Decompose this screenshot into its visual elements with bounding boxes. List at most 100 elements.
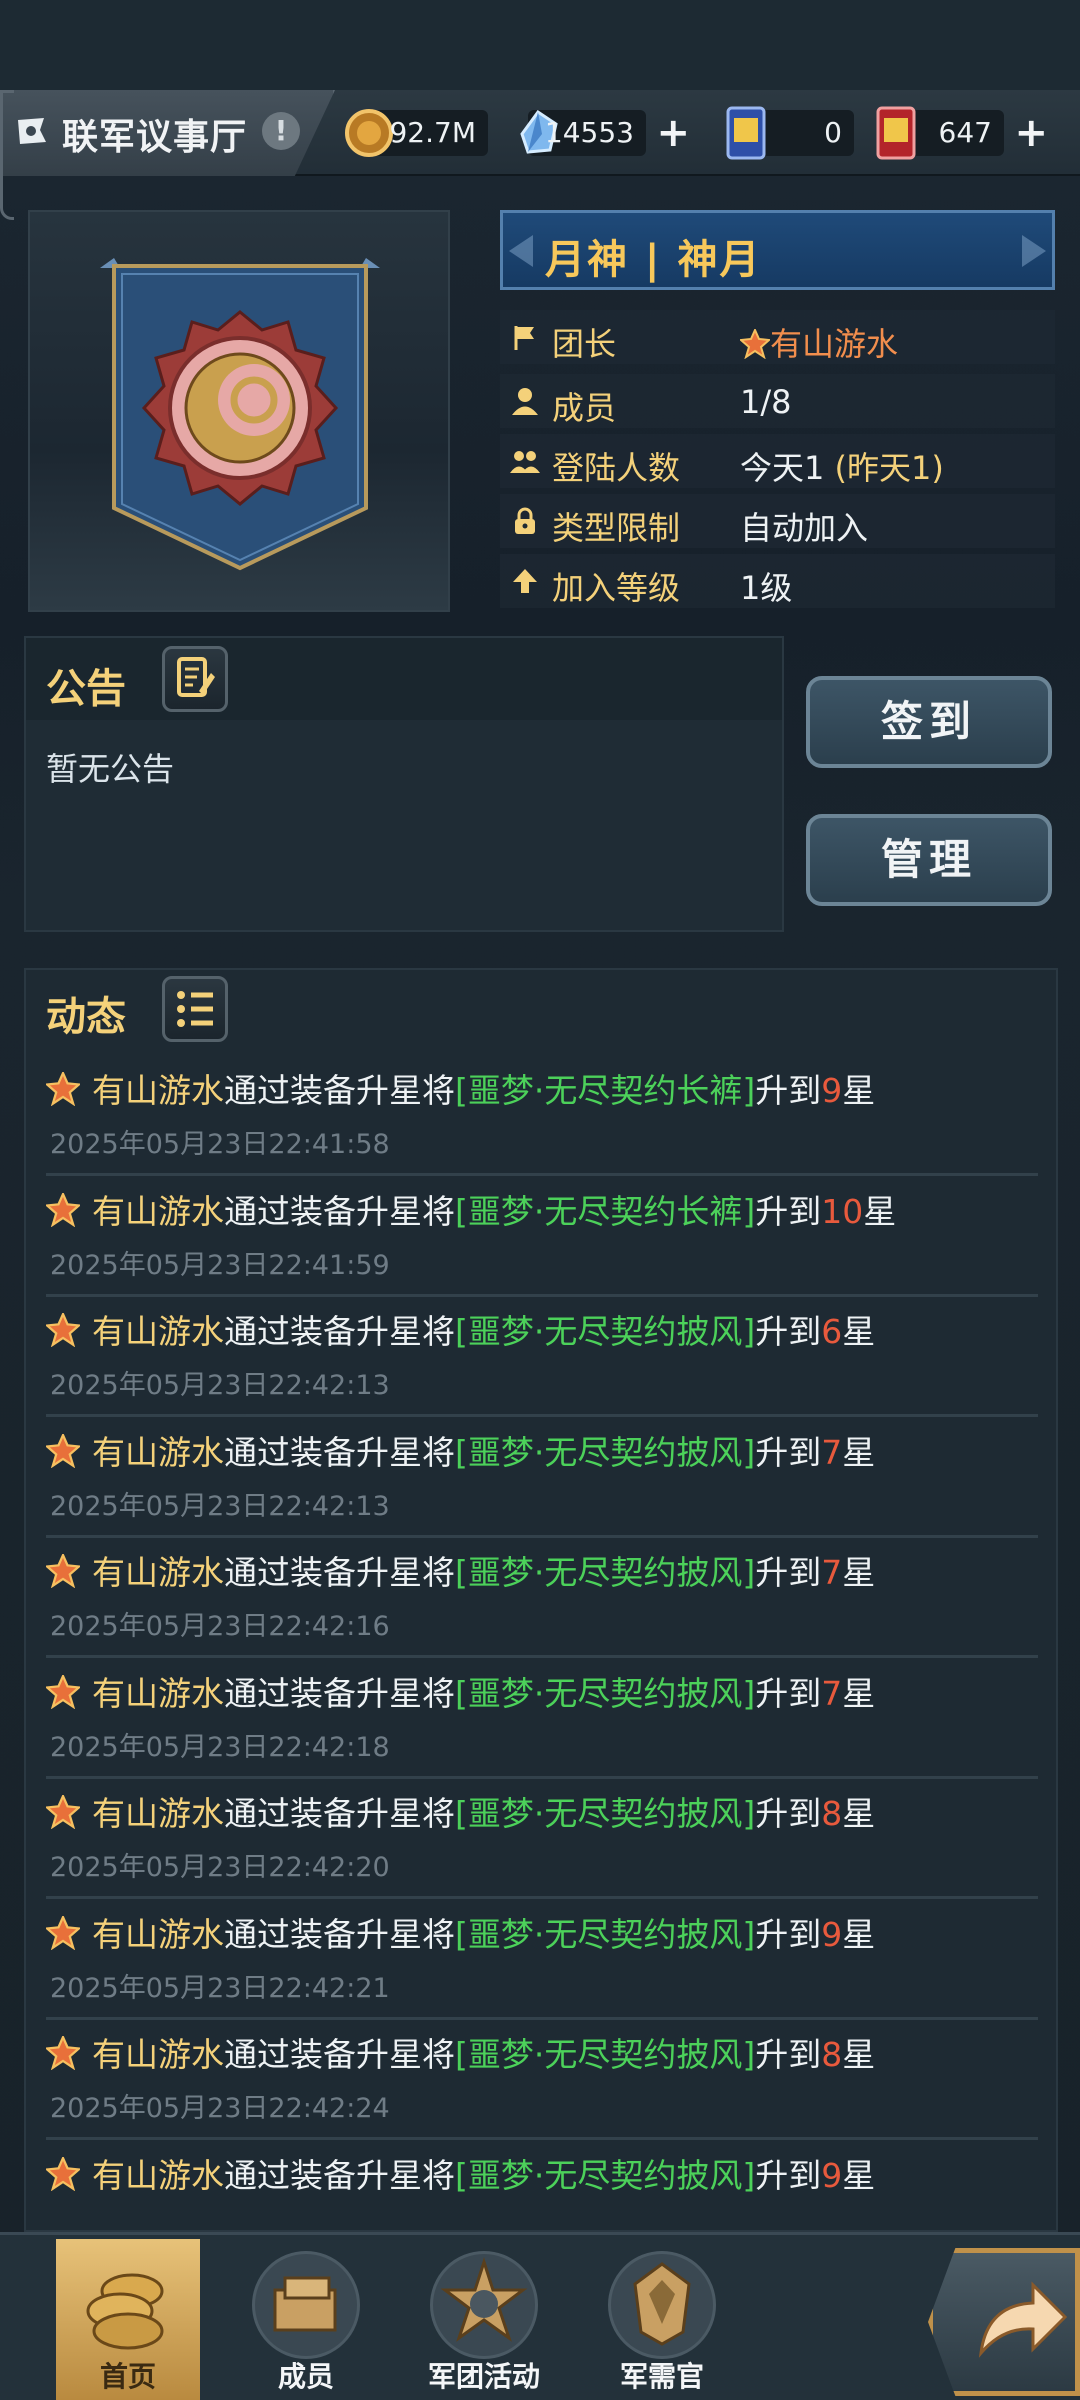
feed-level: 10 <box>821 1191 864 1231</box>
feed-player-name[interactable]: 有山游水 <box>92 1071 224 1110</box>
nav-members-label: 成员 <box>277 2360 334 2393</box>
feed-item-name[interactable]: [噩梦·无尽契约披风] <box>455 1674 755 1713</box>
feed-text: 有山游水通过装备升星将[噩梦·无尽契约披风]升到7星 <box>92 1426 875 1474</box>
nav-activities[interactable]: 军团活动 <box>412 2239 556 2400</box>
feed-upgrade: 升到 <box>755 1914 822 1954</box>
dai-ticket-icon <box>726 106 766 160</box>
rank-star-icon <box>46 1554 80 1588</box>
rank-star-icon <box>46 1313 80 1347</box>
feed-player-name[interactable]: 有山游水 <box>92 1312 224 1351</box>
edit-notice-button[interactable] <box>162 646 228 712</box>
feed-item: 有山游水通过装备升星将[噩梦·无尽契约长裤]升到9星 2025年05月23日22:… <box>46 1054 1038 1176</box>
rank-star-icon <box>46 1433 80 1468</box>
feed-item: 有山游水通过装备升星将[噩梦·无尽契约披风]升到7星 2025年05月23日22:… <box>46 1536 1038 1658</box>
feed-action: 通过装备升星将 <box>224 1071 455 1110</box>
feed-unit: 星 <box>842 1432 876 1472</box>
nav-quartermaster[interactable]: 军需官 <box>590 2239 734 2400</box>
feed-player-name[interactable]: 有山游水 <box>92 2035 224 2074</box>
leader-value[interactable]: 有山游水 <box>738 319 898 365</box>
feed-upgrade: 升到 <box>755 1071 822 1110</box>
lock-icon <box>515 507 535 534</box>
nav-home-label: 首页 <box>99 2360 156 2393</box>
feed-item-name[interactable]: [噩梦·无尽契约披风] <box>455 1915 755 1954</box>
arrow-up-icon <box>513 569 537 593</box>
feed-unit: 星 <box>842 1914 876 1954</box>
gold-coin-icon <box>345 109 393 157</box>
bottom-nav: 首页 成员 军团活动 军需官 <box>0 2232 1080 2400</box>
feed-player-name[interactable]: 有山游水 <box>92 1794 224 1833</box>
info-row-members: 成员 1/8 <box>500 374 1055 428</box>
feed-item-name[interactable]: [噩梦·无尽契约披风] <box>455 1312 755 1351</box>
chevron-right-icon <box>1022 235 1046 267</box>
feed-unit: 星 <box>842 2155 876 2195</box>
feed-unit: 星 <box>842 2035 876 2074</box>
feed-timestamp: 2025年05月23日22:42:13 <box>50 1370 390 1401</box>
person-icon <box>512 388 538 415</box>
manage-button[interactable]: 管理 <box>806 814 1052 906</box>
resource-crystal: 14553 + <box>520 109 690 156</box>
info-row-level: 加入等级 1级 <box>500 554 1055 608</box>
resource-dai-ticket: 0 <box>726 106 854 160</box>
feed-unit: 星 <box>863 1191 897 1231</box>
crystal-value: 14553 <box>544 116 634 149</box>
back-button[interactable] <box>928 2248 1080 2396</box>
rank-star-icon <box>738 327 772 360</box>
feed-player-name[interactable]: 有山游水 <box>92 1915 224 1954</box>
jin-ticket-icon <box>876 106 916 160</box>
feed-upgrade: 升到 <box>755 1312 822 1351</box>
notice-panel: 公告 暂无公告 <box>24 636 784 932</box>
feed-upgrade: 升到 <box>755 2035 822 2074</box>
feed-item-name[interactable]: [噩梦·无尽契约披风] <box>455 1553 755 1592</box>
nav-quartermaster-icon-wrap <box>608 2251 716 2359</box>
logins-value: 今天1 (昨天1) <box>740 443 944 489</box>
feed-player-name[interactable]: 有山游水 <box>92 1192 224 1231</box>
top-bar: 联军议事厅 ! 92.7M 14553 + 0 647 + <box>0 90 1080 220</box>
nav-members[interactable]: 成员 <box>234 2239 378 2400</box>
feed-item: 有山游水通过装备升星将[噩梦·无尽契约披风]升到7星 2025年05月23日22:… <box>46 1416 1038 1538</box>
feed-level: 7 <box>821 1553 843 1592</box>
feed-item-name[interactable]: [噩梦·无尽契约披风] <box>455 1794 755 1833</box>
logins-yesterday: (昨天1) <box>834 449 944 487</box>
feed-item-name[interactable]: [噩梦·无尽契约长裤] <box>455 1071 755 1110</box>
rank-star-icon <box>46 1192 80 1227</box>
feed-list-button[interactable] <box>162 976 228 1042</box>
guild-banner-emblem[interactable] <box>100 258 380 578</box>
info-row-logins: 登陆人数 今天1 (昨天1) <box>500 434 1055 488</box>
feed-player-name[interactable]: 有山游水 <box>92 2156 224 2195</box>
checkin-button[interactable]: 签到 <box>806 676 1052 768</box>
feed-action: 通过装备升星将 <box>224 1673 455 1713</box>
feed-upgrade: 升到 <box>755 2155 822 2195</box>
feed-item-name[interactable]: [噩梦·无尽契约长裤] <box>455 1192 755 1231</box>
nav-home[interactable]: 首页 <box>56 2239 200 2400</box>
notice-body: 暂无公告 <box>46 750 175 788</box>
feed-level: 8 <box>821 2035 843 2074</box>
feed-unit: 星 <box>842 1071 876 1110</box>
type-label: 类型限制 <box>552 509 681 547</box>
feed-player-name[interactable]: 有山游水 <box>92 1674 224 1713</box>
feed-action: 通过装备升星将 <box>224 1914 455 1954</box>
info-icon[interactable]: ! <box>262 112 300 150</box>
jin-ticket-add-button[interactable]: + <box>1014 110 1048 156</box>
feed-text: 有山游水通过装备升星将[噩梦·无尽契约披风]升到9星 <box>92 1908 875 1956</box>
feed-timestamp: 2025年05月23日22:42:18 <box>50 1731 390 1763</box>
feed-level: 9 <box>821 1071 843 1110</box>
crystal-add-button[interactable]: + <box>656 110 690 156</box>
members-label: 成员 <box>552 389 617 427</box>
feed-text: 有山游水通过装备升星将[噩梦·无尽契约披风]升到7星 <box>92 1546 875 1594</box>
feed-item-name[interactable]: [噩梦·无尽契约披风] <box>455 1433 755 1472</box>
resource-jin-ticket: 647 + <box>876 106 1048 160</box>
feed-item-name[interactable]: [噩梦·无尽契约披风] <box>455 2035 755 2074</box>
feed-player-name[interactable]: 有山游水 <box>92 1433 224 1472</box>
feed-action: 通过装备升星将 <box>224 1553 455 1592</box>
feed-player-name[interactable]: 有山游水 <box>92 1553 224 1592</box>
guild-emblem-panel <box>28 210 450 612</box>
feed-level: 8 <box>821 1794 843 1833</box>
info-row-type: 类型限制 自动加入 <box>500 494 1055 548</box>
feed-item: 有山游水通过装备升星将[噩梦·无尽契约长裤]升到10星 2025年05月23日22… <box>46 1175 1038 1297</box>
feed-item-name[interactable]: [噩梦·无尽契约披风] <box>455 2156 755 2195</box>
title-bracket <box>0 90 14 220</box>
feed-text: 有山游水通过装备升星将[噩梦·无尽契约披风]升到8星 <box>92 2028 875 2076</box>
feed-level: 9 <box>821 1914 843 1954</box>
nav-members-icon-wrap <box>252 2251 360 2359</box>
feed-action: 通过装备升星将 <box>224 2035 455 2074</box>
